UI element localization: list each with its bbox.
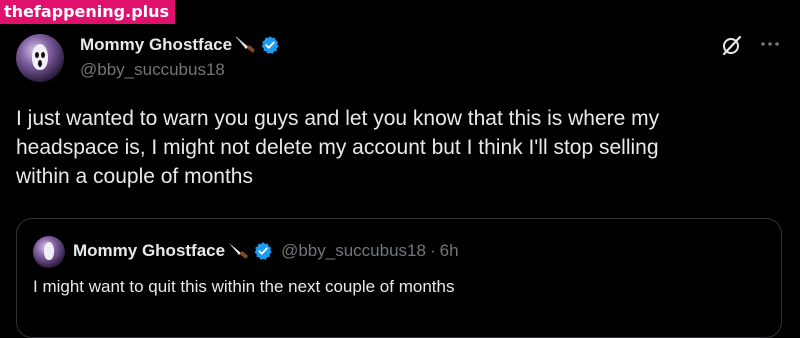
avatar[interactable] [16,34,64,82]
author-display-name[interactable]: Mommy Ghostface [80,35,232,55]
separator-dot: · [429,241,436,260]
knife-icon [229,243,248,259]
quoted-display-name[interactable]: Mommy Ghostface [73,241,225,261]
more-icon[interactable] [758,34,782,54]
quoted-header: Mommy Ghostface @bby_succubus18 · 6h [73,239,459,263]
quoted-timestamp[interactable]: 6h [440,241,459,261]
knife-icon [235,36,255,53]
verified-icon[interactable] [253,241,273,261]
quoted-handle[interactable]: @bby_succubus18 [281,241,426,261]
author-handle[interactable]: @bby_succubus18 [80,60,225,80]
grok-icon[interactable] [720,33,744,57]
tweet-text: I just wanted to warn you guys and let y… [16,107,660,188]
verified-icon[interactable] [260,35,280,55]
author-name-row[interactable]: Mommy Ghostface [80,34,280,56]
quoted-avatar[interactable] [33,236,65,268]
quoted-tweet[interactable]: Mommy Ghostface @bby_succubus18 · 6h I m… [16,218,782,338]
quoted-text: I might want to quit this within the nex… [33,277,455,296]
watermark: thefappening.plus [0,0,176,24]
